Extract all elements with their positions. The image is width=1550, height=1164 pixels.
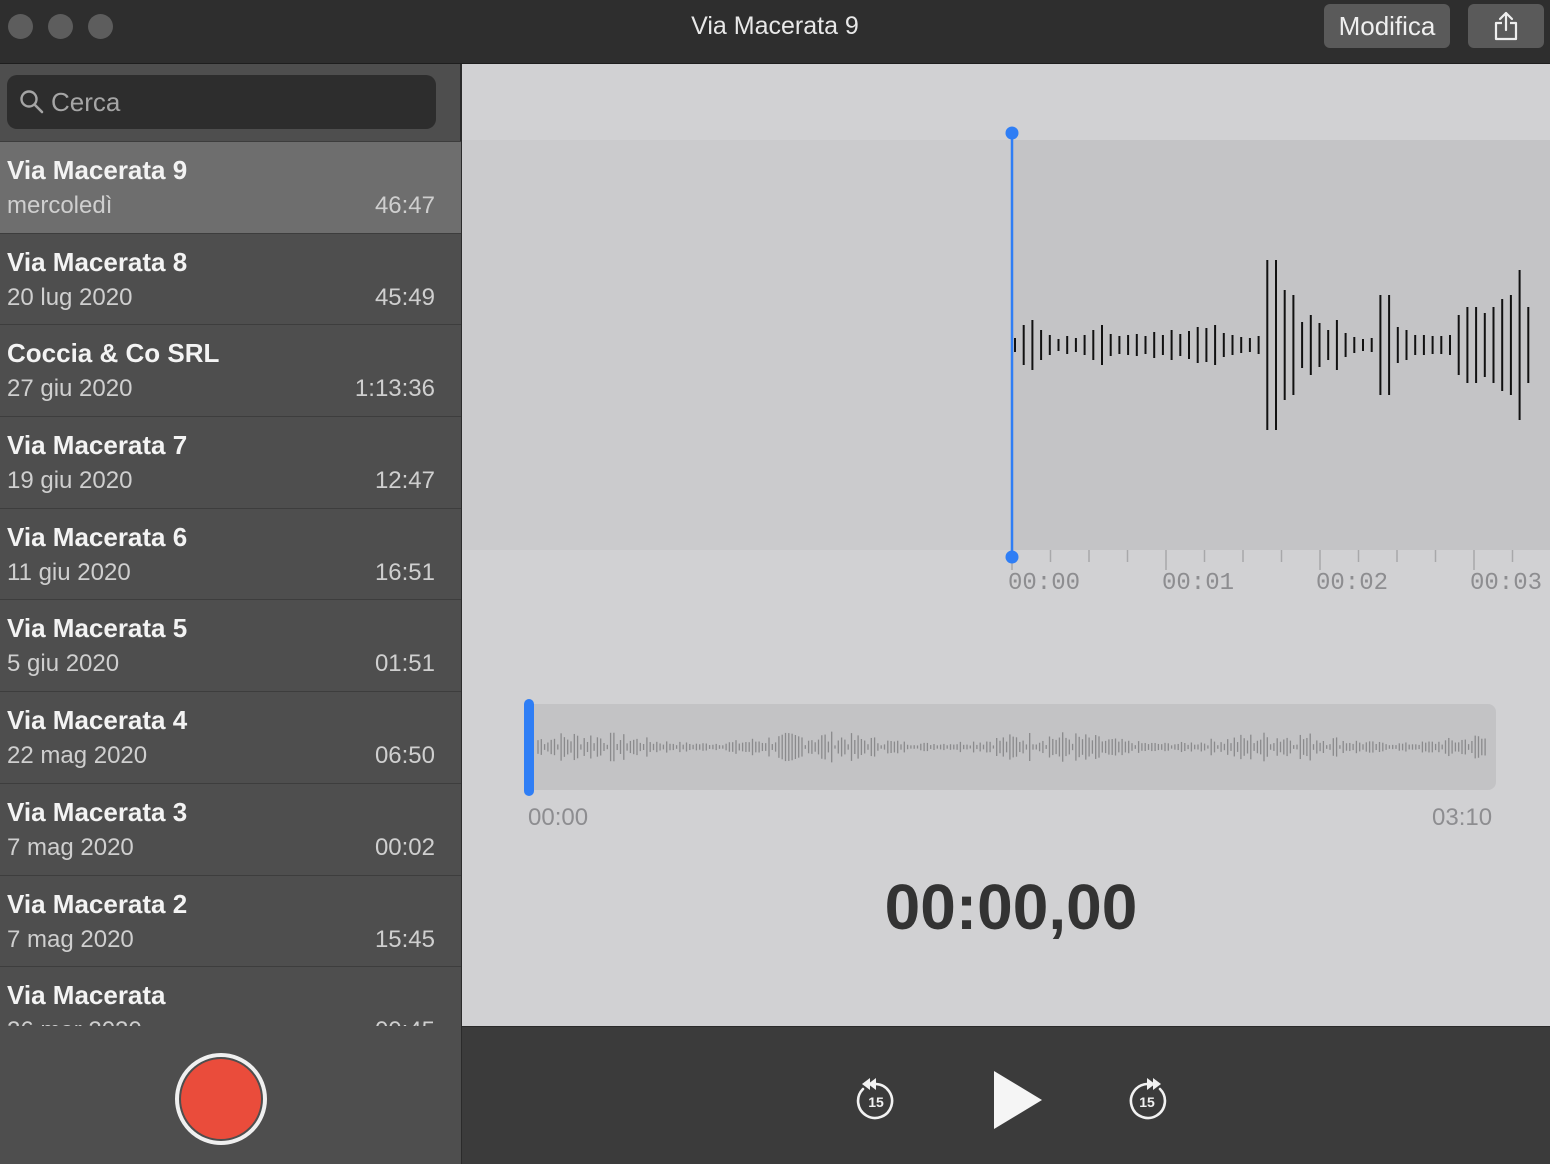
recording-duration: 01:51	[374, 650, 435, 678]
recording-date: 7 mag 2020	[7, 833, 134, 861]
overview-scrubber[interactable]	[526, 704, 1496, 790]
playback-controls: 15 15	[462, 1026, 1550, 1164]
recording-title: Via Macerata 9	[7, 155, 188, 185]
recording-date: 7 mag 2020	[7, 925, 134, 953]
recording-date: 5 giu 2020	[7, 650, 120, 678]
recording-list-item[interactable]: Via Macerata 3 7 mag 2020 00:02	[0, 782, 461, 875]
overview-playhead-handle[interactable]	[524, 699, 534, 796]
search-field[interactable]	[7, 75, 436, 129]
play-icon	[994, 1071, 1042, 1129]
edit-button[interactable]: Modifica	[1324, 4, 1450, 48]
recording-date: 22 mag 2020	[7, 742, 148, 770]
recording-date: 19 giu 2020	[7, 467, 133, 495]
recording-title: Via Macerata 8	[7, 246, 188, 277]
title-bar: Via Macerata 9 Modifica	[0, 0, 1550, 64]
recordings-sidebar: Via Macerata 9mercoledì46:47Via Macerata…	[0, 64, 461, 1164]
record-icon	[181, 1059, 261, 1139]
skip-back-label: 15	[868, 1094, 884, 1110]
search-icon	[20, 90, 44, 114]
recording-date: 26 mar 2020	[7, 1017, 142, 1026]
recordings-list: Via Macerata 9 mercoledì 46:47 Via Macerata…	[0, 141, 461, 1026]
recording-list-item[interactable]: Via Macerata 5 5 giu 2020 01:51	[0, 599, 461, 692]
recording-duration: 12:47	[374, 467, 435, 495]
overview-end-time: 03:10	[1432, 804, 1493, 831]
recording-duration: 00:02	[374, 833, 435, 861]
recording-date: 20 lug 2020	[7, 283, 133, 311]
playhead-bottom-knob[interactable]	[1005, 550, 1019, 564]
recording-list-item[interactable]: Via Macerata 8 20 lug 2020 45:49	[0, 232, 461, 325]
skip-back-button[interactable]: 15	[853, 1075, 899, 1123]
recording-title: Via Macerata 2	[7, 888, 188, 919]
timeline-tick-label: 00:00	[1008, 570, 1081, 597]
recording-title: Via Macerata 3	[7, 796, 188, 827]
record-button[interactable]	[175, 1053, 267, 1145]
recording-duration: 15:45	[374, 925, 435, 953]
recording-title: Via Macerata 4	[7, 705, 188, 736]
skip-back-15-icon: 15	[856, 1078, 894, 1120]
recording-list-item[interactable]: Via Macerata 6 11 giu 2020 16:51	[0, 507, 461, 600]
recording-duration: 00:45	[375, 1017, 435, 1026]
recording-list-item[interactable]: Via Macerata 2 7 mag 2020 15:45	[0, 874, 461, 967]
recording-list-item[interactable]: Via Macerata 26 mar 2020 00:45	[0, 966, 461, 1026]
recording-title: Via Macerata	[7, 980, 166, 1011]
skip-forward-label: 15	[1139, 1094, 1155, 1110]
recording-date: 11 giu 2020	[7, 558, 131, 586]
recording-list-item[interactable]: Via Macerata 7 19 giu 2020 12:47	[0, 416, 461, 508]
overview-start-time: 00:00	[528, 804, 589, 831]
skip-forward-button[interactable]: 15	[1124, 1075, 1170, 1123]
overview-waveform	[537, 731, 1486, 763]
timeline-tick-label: 00:01	[1162, 570, 1235, 597]
search-input[interactable]	[51, 75, 421, 129]
recording-detail: 00:00 00:01 00:02 00:03 00:00 03:10 00:0…	[462, 64, 1550, 1026]
skip-forward-15-icon: 15	[1129, 1078, 1167, 1120]
recording-duration: 06:50	[374, 742, 435, 770]
recording-list-item[interactable]: Via Macerata 4 22 mag 2020 06:50	[0, 691, 461, 783]
recording-title: Via Macerata 7	[7, 430, 188, 461]
recording-title: Via Macerata 5	[7, 613, 188, 644]
recording-list-item[interactable]: Via Macerata 9 mercoledì 46:47	[0, 141, 461, 233]
detail-waveform[interactable]	[462, 64, 1550, 624]
share-button[interactable]	[1468, 4, 1544, 48]
recording-duration: 46:47	[374, 192, 435, 219]
timeline-tick-label: 00:03	[1470, 570, 1543, 597]
current-time: 00:00,00	[884, 871, 1138, 943]
window-title: Via Macerata 9	[691, 12, 859, 40]
share-icon	[1494, 11, 1518, 41]
recording-duration: 1:13:36	[354, 375, 435, 403]
playhead-top-knob[interactable]	[1005, 126, 1019, 140]
recording-title: Coccia & Co SRL	[7, 338, 220, 369]
recording-date: 27 giu 2020	[7, 375, 133, 403]
recording-duration: 45:49	[374, 283, 435, 311]
play-button[interactable]	[990, 1069, 1046, 1131]
recording-title: Via Macerata 6	[7, 521, 188, 552]
recording-list-item[interactable]: Coccia & Co SRL 27 giu 2020 1:13:36	[0, 324, 461, 417]
record-area	[0, 1026, 461, 1164]
timeline-tick-label: 00:02	[1316, 570, 1389, 597]
recording-duration: 16:51	[374, 558, 435, 586]
recording-date: mercoledì	[7, 192, 113, 219]
